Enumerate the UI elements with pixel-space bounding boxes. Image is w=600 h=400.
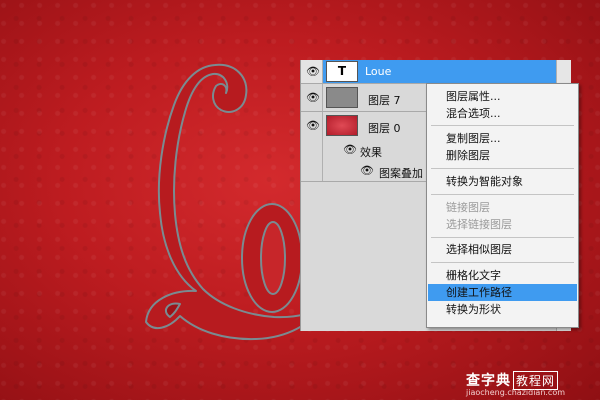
menu-separator <box>431 194 574 195</box>
menu-item-select-linked-layers: 选择链接图层 <box>446 218 512 231</box>
layer-context-menu: 图层属性... 混合选项... 复制图层... 删除图层 转换为智能对象 链接图… <box>426 83 579 328</box>
visibility-cell <box>301 160 323 181</box>
menu-separator <box>431 237 574 238</box>
menu-item-blending-options[interactable]: 混合选项... <box>428 105 577 122</box>
watermark-title: 查字典 教程网 <box>466 370 559 390</box>
visibility-toggle[interactable]: 👁 <box>301 112 323 140</box>
menu-separator <box>431 125 574 126</box>
layer-thumbnail <box>326 115 358 136</box>
menu-item-convert-to-shape[interactable]: 转换为形状 <box>428 301 577 318</box>
menu-item-select-similar-layers[interactable]: 选择相似图层 <box>428 241 577 258</box>
menu-separator <box>431 168 574 169</box>
layer-name: 图层 0 <box>368 122 401 135</box>
layer-row-loue[interactable]: 👁 T Loue <box>301 60 557 84</box>
menu-item-convert-smart-object[interactable]: 转换为智能对象 <box>428 173 577 190</box>
visibility-cell <box>301 140 323 160</box>
menu-separator <box>431 262 574 263</box>
site-watermark: 查字典 教程网 jiaocheng.chazidian.com <box>466 370 598 399</box>
watermark-url: jiaocheng.chazidian.com <box>466 388 566 397</box>
letter-l <box>145 63 324 341</box>
layer-thumbnail <box>326 87 358 108</box>
eye-icon[interactable]: 👁 <box>305 64 321 80</box>
menu-item-layer-properties[interactable]: 图层属性... <box>428 88 577 105</box>
eye-icon[interactable]: 👁 <box>305 90 321 106</box>
eye-icon[interactable]: 👁 <box>305 118 321 134</box>
menu-item-delete-layer[interactable]: 删除图层 <box>428 147 577 164</box>
letter-o <box>241 203 303 313</box>
text-layer-icon: T <box>326 61 358 82</box>
visibility-toggle[interactable]: 👁 <box>301 60 323 83</box>
effects-label: 效果 <box>360 146 382 159</box>
watermark-main: 查字典 <box>466 373 511 389</box>
menu-item-create-work-path[interactable]: 创建工作路径 <box>428 284 577 301</box>
effect-name: 图案叠加 <box>379 167 423 180</box>
layer-name: 图层 7 <box>368 94 401 107</box>
menu-item-duplicate-layer[interactable]: 复制图层... <box>428 130 577 147</box>
menu-item-link-layers: 链接图层 <box>446 201 490 214</box>
menu-item-rasterize-type[interactable]: 栅格化文字 <box>428 267 577 284</box>
eye-icon[interactable]: 👁 <box>359 163 375 179</box>
visibility-toggle[interactable]: 👁 <box>301 84 323 111</box>
eye-icon[interactable]: 👁 <box>342 142 358 158</box>
layer-name: Loue <box>365 65 392 78</box>
